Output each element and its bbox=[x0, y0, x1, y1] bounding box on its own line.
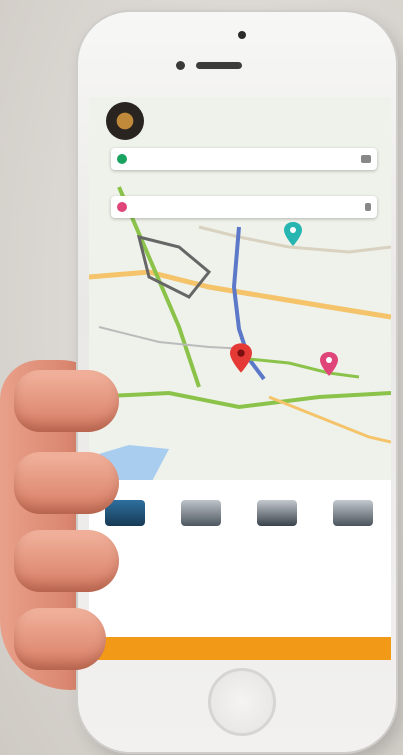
proximity-sensor bbox=[176, 61, 185, 70]
pickup-pin-icon bbox=[117, 154, 127, 164]
map-view[interactable] bbox=[89, 97, 391, 487]
pickup-location-field[interactable] bbox=[111, 148, 377, 170]
vehicle-icon bbox=[181, 500, 221, 526]
app-screen bbox=[89, 97, 391, 660]
destination-pin-icon bbox=[320, 352, 338, 376]
vehicle-name bbox=[249, 490, 305, 498]
payment-method[interactable] bbox=[99, 616, 219, 624]
vehicle-name bbox=[173, 490, 229, 498]
finger bbox=[14, 370, 119, 432]
list-icon[interactable] bbox=[361, 155, 371, 163]
earpiece-speaker bbox=[196, 62, 242, 69]
home-button[interactable] bbox=[208, 668, 276, 736]
book-ride-button[interactable] bbox=[89, 637, 391, 660]
drop-location-field[interactable] bbox=[111, 196, 377, 218]
vehicle-icon bbox=[257, 500, 297, 526]
drop-pin-icon bbox=[117, 202, 127, 212]
close-icon[interactable] bbox=[365, 203, 371, 211]
vehicle-icon bbox=[105, 500, 145, 526]
fare-summary bbox=[99, 572, 381, 580]
current-location-marker-icon bbox=[230, 343, 252, 373]
vehicle-option[interactable] bbox=[173, 490, 229, 530]
finger bbox=[14, 452, 119, 514]
vehicle-selection-panel bbox=[89, 480, 391, 660]
drop-location-text bbox=[137, 204, 365, 211]
trip-details bbox=[99, 590, 381, 598]
vehicle-option[interactable] bbox=[325, 490, 381, 530]
user-avatar[interactable] bbox=[106, 102, 144, 140]
finger bbox=[14, 608, 106, 670]
estimated-fare bbox=[319, 616, 381, 624]
vehicle-icon bbox=[333, 500, 373, 526]
finger bbox=[14, 530, 119, 592]
pickup-location-text bbox=[137, 156, 361, 163]
vehicle-name bbox=[325, 490, 381, 498]
front-camera bbox=[238, 31, 246, 39]
vehicle-option[interactable] bbox=[249, 490, 305, 530]
map-top-label bbox=[151, 109, 251, 117]
map-pin-teal-icon bbox=[284, 222, 302, 246]
